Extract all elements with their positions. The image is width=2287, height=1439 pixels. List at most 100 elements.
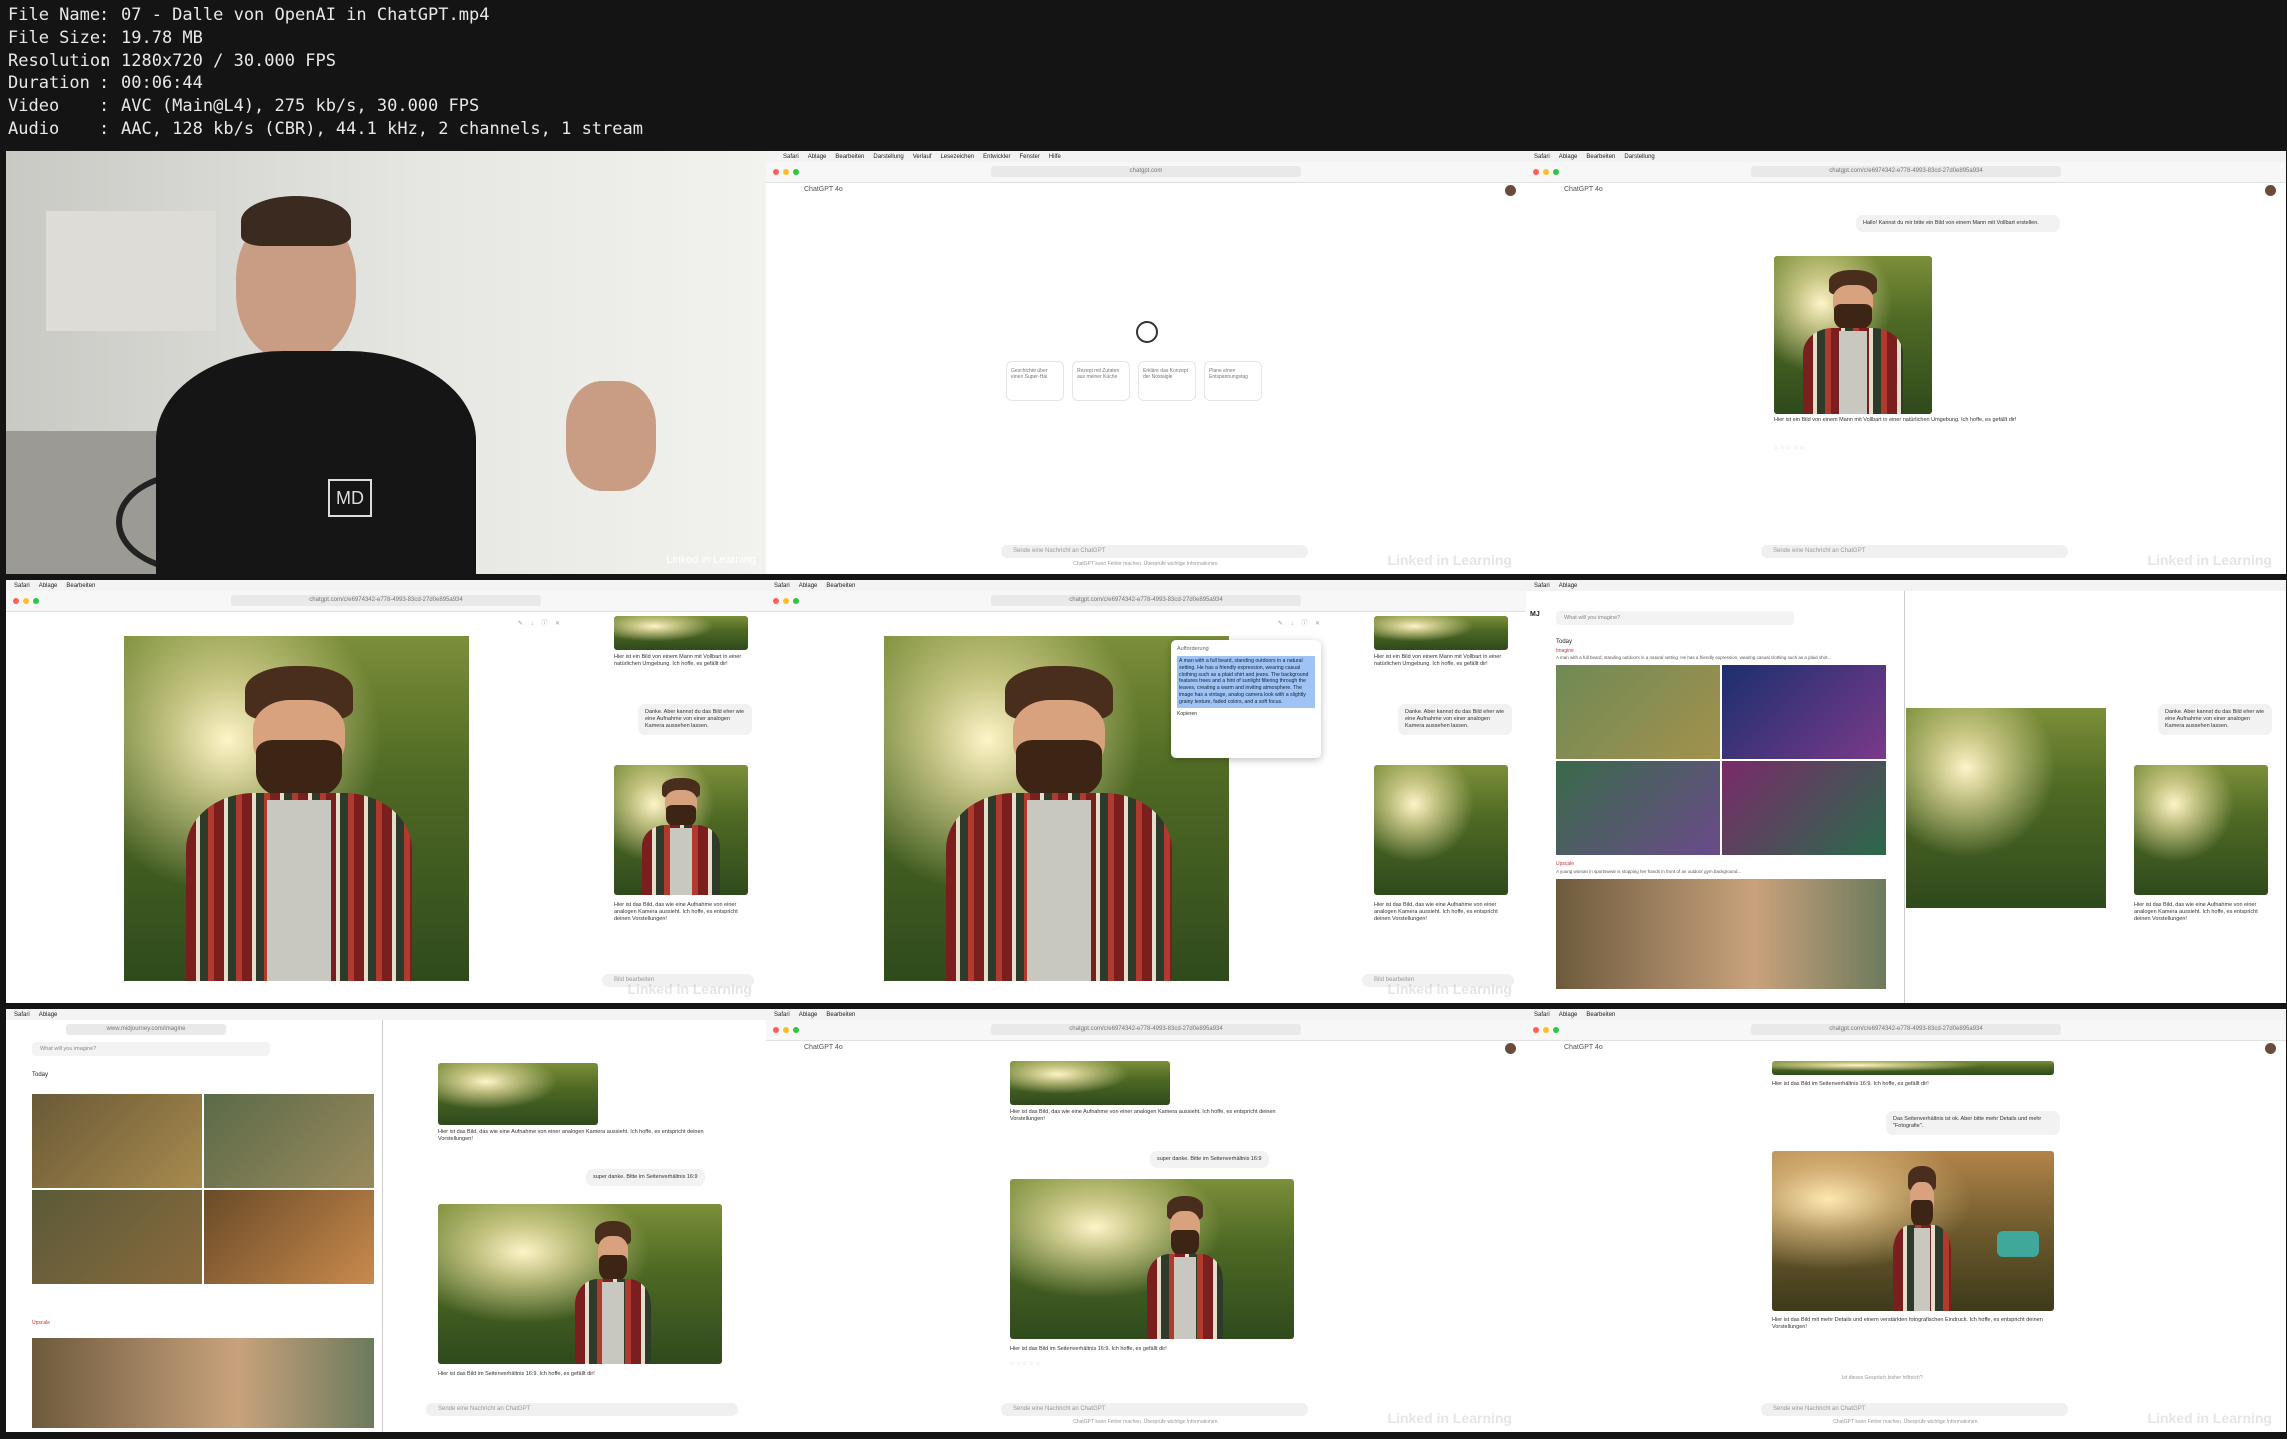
mj-result-image[interactable] bbox=[1556, 879, 1886, 989]
mj-grid-cell[interactable] bbox=[1722, 665, 1886, 759]
menu-item[interactable]: Safari bbox=[1534, 583, 1550, 589]
mj-grid-cell[interactable] bbox=[1722, 761, 1886, 855]
close-window-icon[interactable] bbox=[773, 169, 779, 175]
minimize-window-icon[interactable] bbox=[783, 1027, 789, 1033]
thumbnail-image[interactable] bbox=[1374, 765, 1508, 895]
thumbnail-image[interactable] bbox=[1772, 1061, 2054, 1075]
menu-item[interactable]: Bearbeiten bbox=[826, 1012, 855, 1018]
menu-item[interactable]: Ablage bbox=[39, 583, 58, 589]
generated-image-16-9[interactable] bbox=[438, 1204, 722, 1364]
mj-grid-cell[interactable] bbox=[1556, 761, 1720, 855]
mj-grid-cell[interactable] bbox=[204, 1094, 374, 1188]
address-bar[interactable]: chatgpt.com/c/e6974342-e778-4993-83cd-27… bbox=[1751, 166, 2061, 177]
menu-item[interactable]: Fenster bbox=[1020, 154, 1040, 160]
mj-grid-cell[interactable] bbox=[1556, 665, 1720, 759]
model-selector[interactable]: ChatGPT 4o bbox=[1564, 186, 1603, 193]
message-input[interactable]: Sende eine Nachricht an ChatGPT bbox=[1001, 545, 1308, 558]
mj-grid-cell[interactable] bbox=[32, 1190, 202, 1284]
menu-item[interactable]: Ablage bbox=[1559, 154, 1578, 160]
menu-item[interactable]: Hilfe bbox=[1049, 154, 1061, 160]
suggestion-card[interactable]: Erkläre das Konzept der Nostalgie bbox=[1138, 361, 1196, 401]
zoom-window-icon[interactable] bbox=[1553, 1027, 1559, 1033]
menu-item[interactable]: Ablage bbox=[39, 1012, 58, 1018]
menu-item[interactable]: Darstellung bbox=[1624, 154, 1654, 160]
zoom-window-icon[interactable] bbox=[793, 1027, 799, 1033]
menu-item[interactable]: Ablage bbox=[1559, 1012, 1578, 1018]
menu-item[interactable]: Bearbeiten bbox=[826, 583, 855, 589]
close-window-icon[interactable] bbox=[13, 598, 19, 604]
menu-item[interactable]: Safari bbox=[774, 1012, 790, 1018]
avatar[interactable] bbox=[1505, 1043, 1516, 1054]
suggestion-card[interactable]: Rezept mit Zutaten aus meiner Küche bbox=[1072, 361, 1130, 401]
message-input[interactable]: Sende eine Nachricht an ChatGPT bbox=[1761, 545, 2068, 558]
message-actions[interactable]: ◌◌◌◌◌ bbox=[1774, 445, 1807, 451]
menu-item[interactable]: Bearbeiten bbox=[835, 154, 864, 160]
address-bar[interactable]: chatgpt.com/c/e6974342-e778-4993-83cd-27… bbox=[1751, 1024, 2061, 1035]
menu-item[interactable]: Ablage bbox=[799, 1012, 818, 1018]
generated-image-photographic[interactable] bbox=[1772, 1151, 2054, 1311]
avatar[interactable] bbox=[2265, 185, 2276, 196]
menu-item[interactable]: Ablage bbox=[1559, 583, 1578, 589]
close-window-icon[interactable] bbox=[773, 598, 779, 604]
suggestion-card[interactable]: Plane einen Entspannungstag bbox=[1204, 361, 1262, 401]
avatar[interactable] bbox=[1505, 185, 1516, 196]
zoom-window-icon[interactable] bbox=[793, 169, 799, 175]
image-actions[interactable]: ✎ ↓ ⓘ ✕ bbox=[518, 618, 563, 627]
message-input[interactable]: Sende eine Nachricht an ChatGPT bbox=[426, 1403, 738, 1416]
message-input[interactable]: Sende eine Nachricht an ChatGPT bbox=[1001, 1403, 1308, 1416]
address-bar[interactable]: www.midjourney.com/imagine bbox=[66, 1024, 226, 1035]
mj-grid-cell[interactable] bbox=[204, 1190, 374, 1284]
thumbnail-image[interactable] bbox=[1010, 1061, 1170, 1105]
address-bar[interactable]: chatgpt.com bbox=[991, 166, 1301, 177]
address-bar[interactable]: chatgpt.com/c/e6974342-e778-4993-83cd-27… bbox=[231, 595, 541, 606]
thumbnail-image[interactable] bbox=[614, 616, 748, 650]
menu-item[interactable]: Entwickler bbox=[983, 154, 1010, 160]
menu-item[interactable]: Bearbeiten bbox=[1586, 1012, 1615, 1018]
menu-item[interactable]: Verlauf bbox=[913, 154, 932, 160]
menu-item[interactable]: Lesezeichen bbox=[940, 154, 974, 160]
mj-image-grid[interactable] bbox=[1556, 665, 1886, 855]
minimize-window-icon[interactable] bbox=[783, 169, 789, 175]
minimize-window-icon[interactable] bbox=[23, 598, 29, 604]
menu-item[interactable]: Bearbeiten bbox=[1586, 154, 1615, 160]
thumbnail-image[interactable] bbox=[438, 1063, 598, 1125]
copy-button[interactable]: Kopieren bbox=[1177, 711, 1315, 717]
mj-search-input[interactable]: What will you imagine? bbox=[1556, 611, 1794, 625]
message-actions[interactable]: ◌◌◌◌◌ bbox=[1010, 1361, 1043, 1367]
mj-grid-cell[interactable] bbox=[32, 1094, 202, 1188]
menu-item[interactable]: Safari bbox=[783, 154, 799, 160]
zoom-window-icon[interactable] bbox=[1553, 169, 1559, 175]
image-actions[interactable]: ✎ ↓ ⓘ ✕ bbox=[1278, 618, 1323, 627]
zoom-window-icon[interactable] bbox=[793, 598, 799, 604]
menu-item[interactable]: Ablage bbox=[799, 583, 818, 589]
menu-item[interactable]: Safari bbox=[1534, 154, 1550, 160]
model-selector[interactable]: ChatGPT 4o bbox=[804, 1044, 843, 1051]
model-selector[interactable]: ChatGPT 4o bbox=[804, 186, 843, 193]
minimize-window-icon[interactable] bbox=[1543, 169, 1549, 175]
menu-item[interactable]: Safari bbox=[774, 583, 790, 589]
generated-image[interactable] bbox=[1774, 256, 1932, 414]
model-selector[interactable]: ChatGPT 4o bbox=[1564, 1044, 1603, 1051]
menu-item[interactable]: Safari bbox=[14, 1012, 30, 1018]
menu-item[interactable]: Safari bbox=[1534, 1012, 1550, 1018]
address-bar[interactable]: chatgpt.com/c/e6974342-e778-4993-83cd-27… bbox=[991, 595, 1301, 606]
avatar[interactable] bbox=[2265, 1043, 2276, 1054]
minimize-window-icon[interactable] bbox=[783, 598, 789, 604]
suggestion-card[interactable]: Geschichte über einen Super-Hai bbox=[1006, 361, 1064, 401]
menu-item[interactable]: Safari bbox=[14, 583, 30, 589]
mj-image-grid[interactable] bbox=[32, 1094, 374, 1284]
thumbnail-image[interactable] bbox=[614, 765, 748, 895]
thumbnail-image[interactable] bbox=[2134, 765, 2268, 895]
menu-item[interactable]: Bearbeiten bbox=[66, 583, 95, 589]
message-input[interactable]: Sende eine Nachricht an ChatGPT bbox=[1761, 1403, 2068, 1416]
thumbnail-image[interactable] bbox=[1374, 616, 1508, 650]
close-window-icon[interactable] bbox=[773, 1027, 779, 1033]
mj-search-input[interactable]: What will you imagine? bbox=[32, 1042, 270, 1056]
menu-item[interactable]: Darstellung bbox=[873, 154, 903, 160]
close-window-icon[interactable] bbox=[1533, 169, 1539, 175]
address-bar[interactable]: chatgpt.com/c/e6974342-e778-4993-83cd-27… bbox=[991, 1024, 1301, 1035]
large-image[interactable] bbox=[1906, 708, 2106, 908]
zoom-window-icon[interactable] bbox=[33, 598, 39, 604]
menu-item[interactable]: Ablage bbox=[808, 154, 827, 160]
minimize-window-icon[interactable] bbox=[1543, 1027, 1549, 1033]
